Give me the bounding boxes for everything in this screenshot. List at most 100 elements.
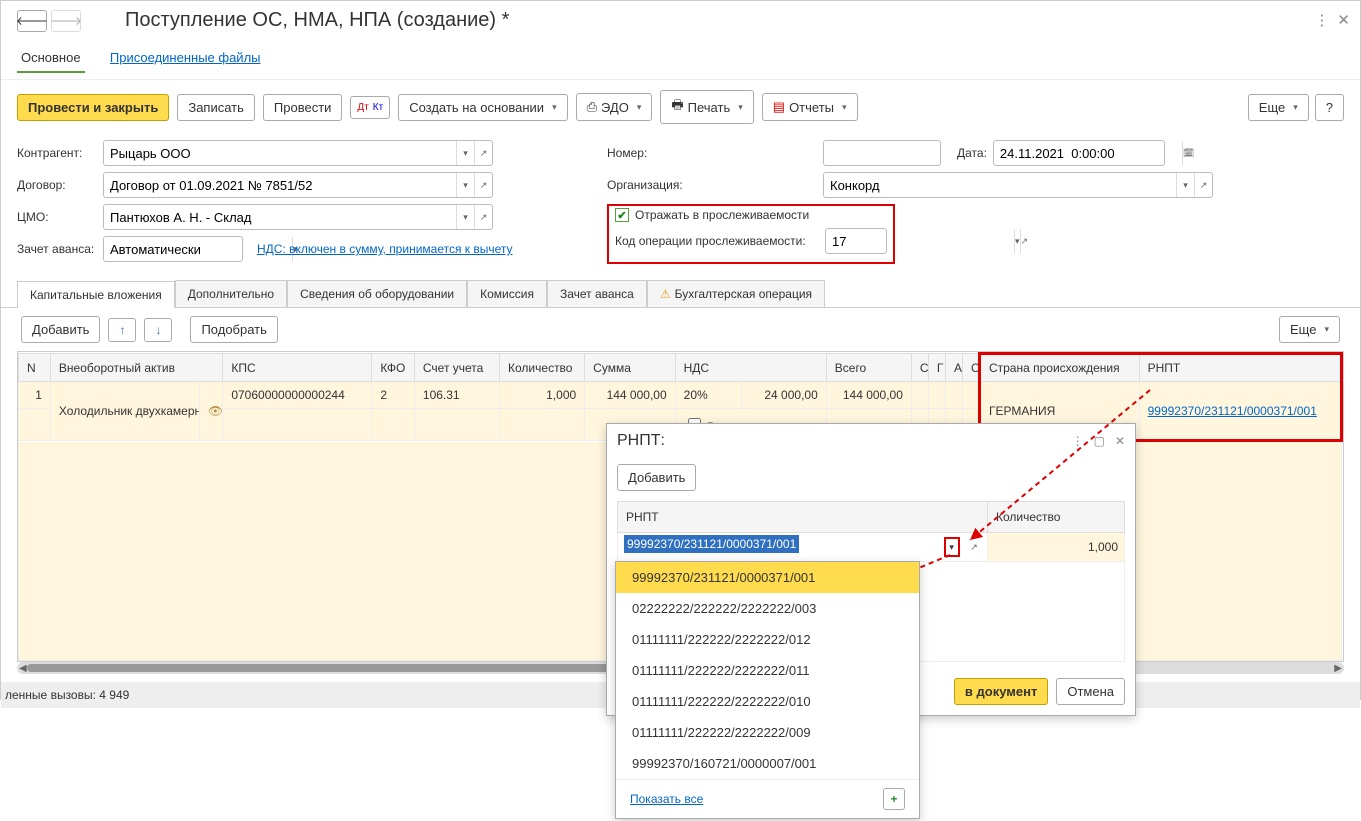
cell-a[interactable] [945, 382, 962, 409]
col-s2[interactable]: С [962, 354, 979, 382]
dropdown-item[interactable]: 99992370/160721/0000007/001 [616, 748, 919, 779]
contract-input[interactable] [104, 173, 456, 197]
table-more-button[interactable]: Еще [1279, 316, 1340, 343]
create-based-on-button[interactable]: Создать на основании [398, 94, 567, 121]
date-input[interactable] [994, 141, 1182, 165]
close-icon[interactable]: ✕ [1337, 11, 1350, 29]
popup-ok-button[interactable]: в документ [954, 678, 1048, 705]
print-button[interactable]: 🖶Печать [660, 90, 753, 124]
popup-maximize-icon[interactable]: ▢ [1094, 434, 1105, 448]
cell-s2[interactable] [962, 382, 979, 409]
popup-open-icon[interactable]: ↗ [967, 540, 981, 554]
col-country[interactable]: Страна происхождения [979, 354, 1139, 382]
cmo-field[interactable]: ▾ ↗ [103, 204, 493, 230]
dropdown-item[interactable]: 01111111/222222/2222222/012 [616, 624, 919, 655]
col-n[interactable]: N [19, 354, 51, 382]
dtkt-icon[interactable]: ДтКт [350, 96, 390, 119]
col-a[interactable]: А [945, 354, 962, 382]
number-field[interactable] [823, 140, 941, 166]
table-row[interactable]: 1 Холодильник двухкамерный 👁 07060000000… [19, 382, 1342, 409]
op-code-input[interactable] [826, 229, 1014, 253]
org-field[interactable]: ▾ ↗ [823, 172, 1213, 198]
popup-dropdown-button[interactable]: ▾ [944, 537, 960, 557]
op-code-field[interactable]: ▾ ↗ [825, 228, 887, 254]
dropdown-icon[interactable]: ▾ [1176, 173, 1194, 197]
col-kps[interactable]: КПС [223, 354, 372, 382]
date-field[interactable]: 🗓 [993, 140, 1165, 166]
col-qty[interactable]: Количество [500, 354, 585, 382]
popup-col-qty[interactable]: Количество [988, 502, 1125, 533]
show-all-link[interactable]: Показать все [630, 792, 703, 806]
contractor-field[interactable]: ▾ ↗ [103, 140, 493, 166]
forward-button[interactable]: 🡒 [51, 10, 81, 32]
open-icon[interactable]: ↗ [1020, 229, 1029, 253]
tab-extra[interactable]: Дополнительно [175, 280, 287, 307]
cell-account[interactable]: 106.31 [414, 382, 499, 409]
col-c[interactable]: С [911, 354, 928, 382]
move-up-button[interactable]: ↑ [108, 318, 136, 342]
tab-commission[interactable]: Комиссия [467, 280, 547, 307]
trace-checkbox[interactable]: ✔ [615, 208, 629, 222]
dropdown-item[interactable]: 01111111/222222/2222222/009 [616, 717, 919, 748]
cell-kps[interactable]: 07060000000000244 [223, 382, 372, 409]
tab-capex[interactable]: Капитальные вложения [17, 281, 175, 308]
col-asset[interactable]: Внеоборотный актив [50, 354, 222, 382]
post-button[interactable]: Провести [263, 94, 343, 121]
popup-add-button[interactable]: Добавить [617, 464, 696, 491]
col-rnpt[interactable]: РНПТ [1139, 354, 1341, 382]
cell-g[interactable] [928, 382, 945, 409]
dropdown-icon[interactable]: ▾ [456, 205, 474, 229]
open-icon[interactable]: ↗ [474, 205, 492, 229]
dropdown-item-active[interactable]: 99992370/231121/0000371/001 [616, 562, 919, 593]
dropdown-item[interactable]: 02222222/222222/2222222/003 [616, 593, 919, 624]
tab-main[interactable]: Основное [17, 44, 85, 73]
cell-qty[interactable]: 1,000 [500, 382, 585, 409]
rnpt-link[interactable]: 99992370/231121/0000371/001 [1148, 404, 1317, 418]
popup-cancel-button[interactable]: Отмена [1056, 678, 1125, 705]
vat-link[interactable]: НДС: включен в сумму, принимается к выче… [257, 242, 513, 256]
contractor-input[interactable] [104, 141, 456, 165]
cell-c[interactable] [911, 382, 928, 409]
popup-col-rnpt[interactable]: РНПТ [618, 502, 988, 533]
write-button[interactable]: Записать [177, 94, 255, 121]
dropdown-item[interactable]: 01111111/222222/2222222/011 [616, 655, 919, 686]
help-button[interactable]: ? [1315, 94, 1344, 121]
popup-menu-icon[interactable]: ⋮ [1072, 434, 1084, 448]
add-row-button[interactable]: Добавить [21, 316, 100, 343]
reports-button[interactable]: ▤Отчеты [762, 93, 858, 121]
pick-button[interactable]: Подобрать [190, 316, 277, 343]
dropdown-item[interactable]: 01111111/222222/2222222/010 [616, 686, 919, 717]
open-icon[interactable]: ↗ [1194, 173, 1212, 197]
open-icon[interactable]: ↗ [474, 173, 492, 197]
tab-advance-offset[interactable]: Зачет аванса [547, 280, 647, 307]
tab-attached-files[interactable]: Присоединенные файлы [106, 44, 265, 71]
cmo-input[interactable] [104, 205, 456, 229]
cell-asset[interactable]: Холодильник двухкамерный [50, 382, 199, 441]
cell-total[interactable]: 144 000,00 [826, 382, 911, 409]
col-sum[interactable]: Сумма [585, 354, 675, 382]
popup-rnpt-input[interactable]: 99992370/231121/0000371/001 [624, 535, 799, 553]
edo-button[interactable]: ⎙ЭДО [576, 93, 653, 121]
cell-sum[interactable]: 144 000,00 [585, 382, 675, 409]
open-icon[interactable]: ↗ [474, 141, 492, 165]
tab-accounting-op[interactable]: ⚠Бухгалтерская операция [647, 280, 825, 307]
cell-vat-sum[interactable]: 24 000,00 [741, 382, 826, 409]
col-kfo[interactable]: КФО [372, 354, 415, 382]
col-account[interactable]: Счет учета [414, 354, 499, 382]
back-button[interactable]: 🡐 [17, 10, 47, 32]
popup-close-icon[interactable]: ✕ [1115, 434, 1125, 448]
advance-field[interactable]: ▾ [103, 236, 243, 262]
col-g[interactable]: Г [928, 354, 945, 382]
calendar-icon[interactable]: 🗓 [1182, 141, 1194, 165]
move-down-button[interactable]: ↓ [144, 318, 172, 342]
popup-qty-cell[interactable]: 1,000 [988, 533, 1125, 562]
cell-kfo[interactable]: 2 [372, 382, 415, 409]
dropdown-icon[interactable]: ▾ [456, 173, 474, 197]
scroll-thumb[interactable] [27, 664, 689, 672]
more-button[interactable]: Еще [1248, 94, 1309, 121]
add-new-icon[interactable]: + [883, 788, 905, 810]
col-vat[interactable]: НДС [675, 354, 826, 382]
popup-rnpt-cell[interactable]: 99992370/231121/0000371/001 ▾ ↗ [618, 533, 988, 562]
window-menu-icon[interactable]: ⋮ [1314, 11, 1329, 29]
post-and-close-button[interactable]: Провести и закрыть [17, 94, 169, 121]
